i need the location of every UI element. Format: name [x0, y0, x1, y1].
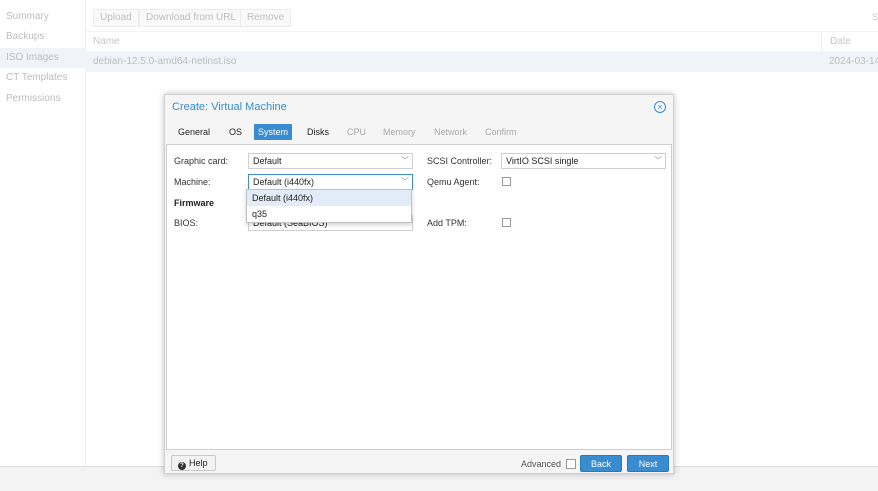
back-button[interactable]: Back [580, 455, 622, 472]
firmware-header: Firmware [174, 198, 215, 208]
tab-system[interactable]: System [254, 124, 293, 140]
add-tpm-label: Add TPM: [427, 218, 467, 228]
question-circle-icon: ? [178, 462, 186, 470]
chevron-down-icon: ﹀ [401, 156, 409, 165]
next-button[interactable]: Next [627, 455, 669, 472]
chevron-down-icon: ﹀ [654, 156, 662, 165]
tab-general[interactable]: General [174, 124, 214, 140]
tab-cpu: CPU [347, 127, 367, 137]
qemu-agent-checkbox[interactable] [502, 177, 511, 186]
machine-value: Default (i440fx) [253, 177, 315, 187]
machine-label: Machine: [174, 177, 211, 187]
advanced-checkbox[interactable] [566, 459, 576, 469]
help-label: Help [189, 458, 208, 468]
tab-os[interactable]: OS [225, 124, 246, 140]
chevron-down-icon: ﹀ [401, 177, 409, 186]
machine-dropdown-list: Default (i440fx) q35 [246, 189, 412, 223]
tab-confirm: Confirm [485, 127, 517, 137]
machine-option-q35[interactable]: q35 [247, 206, 411, 222]
scsi-controller-label: SCSI Controller: [427, 156, 493, 166]
dialog-footer: ? Help Advanced Back Next [165, 451, 673, 475]
graphic-card-label: Graphic card: [174, 156, 229, 166]
graphic-card-value: Default [253, 156, 282, 166]
tab-network: Network [434, 127, 468, 137]
dialog-body: Graphic card: Default ﹀ Machine: Default… [166, 144, 672, 450]
tab-disks[interactable]: Disks [303, 124, 333, 140]
advanced-label: Advanced [521, 459, 562, 469]
machine-option-default-i440fx[interactable]: Default (i440fx) [247, 190, 411, 206]
graphic-card-select[interactable]: Default ﹀ [248, 153, 413, 169]
scsi-controller-value: VirtIO SCSI single [506, 156, 579, 166]
tab-memory: Memory [383, 127, 416, 137]
close-icon[interactable]: × [654, 101, 666, 113]
help-button[interactable]: ? Help [171, 455, 216, 471]
create-vm-dialog: Create: Virtual Machine × General OS Sys… [164, 94, 674, 474]
machine-select[interactable]: Default (i440fx) ﹀ [248, 174, 413, 190]
dialog-title: Create: Virtual Machine [172, 101, 287, 113]
scsi-controller-select[interactable]: VirtIO SCSI single ﹀ [501, 153, 666, 169]
qemu-agent-label: Qemu Agent: [427, 177, 480, 187]
bios-label: BIOS: [174, 218, 199, 228]
add-tpm-checkbox[interactable] [502, 218, 511, 227]
